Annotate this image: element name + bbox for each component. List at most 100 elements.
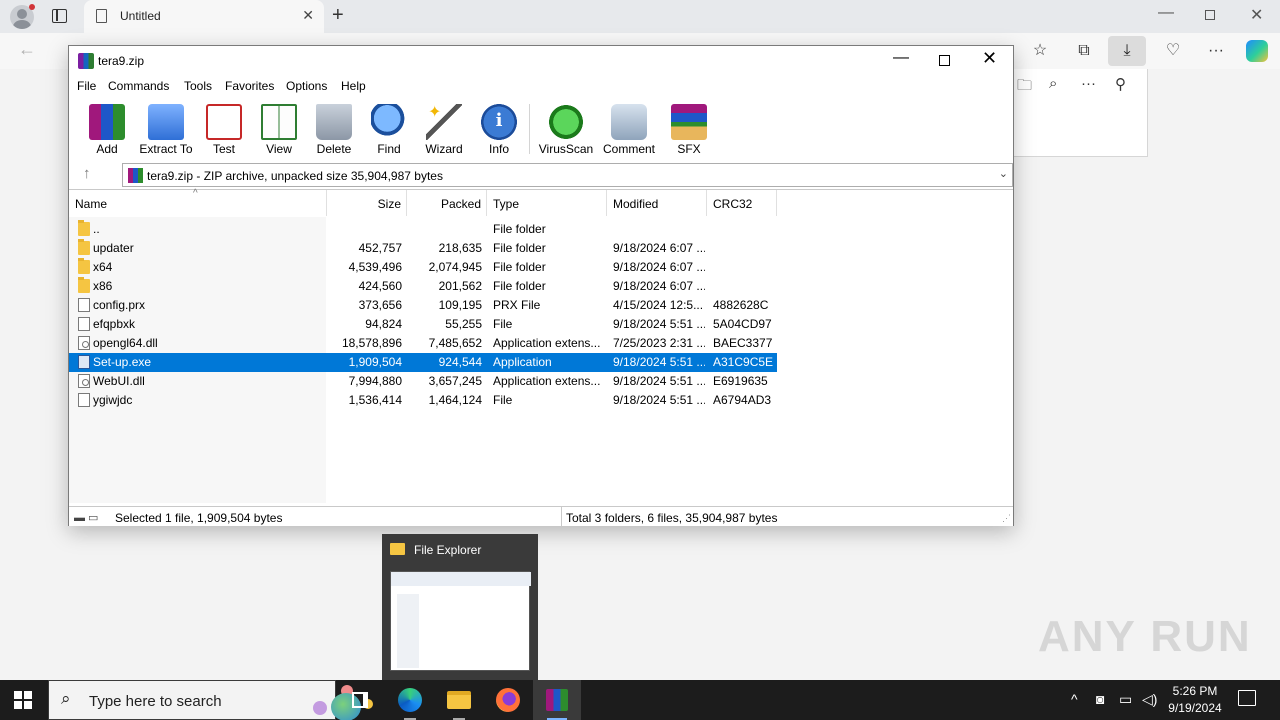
winrar-icon	[546, 689, 568, 711]
document-icon	[78, 317, 90, 331]
path-dropdown[interactable]: tera9.zip - ZIP archive, unpacked size 3…	[122, 163, 1013, 187]
taskbar-search[interactable]: ⌕ Type here to search	[48, 680, 373, 720]
file-type: Application	[493, 355, 552, 369]
extract-to-button[interactable]: Extract To	[135, 102, 197, 158]
file-explorer-taskbar-button[interactable]	[435, 680, 483, 720]
file-row[interactable]: config.prx 373,656 109,195 PRX File 4/15/202…	[69, 296, 777, 315]
column-modified-label: Modified	[613, 197, 659, 211]
notification-icon[interactable]	[1238, 690, 1256, 706]
menu-help[interactable]: Help	[341, 79, 366, 93]
pin-icon[interactable]: ⚲	[1115, 75, 1126, 93]
file-crc: A6794AD3	[713, 393, 772, 407]
add-button[interactable]: Add	[77, 102, 137, 158]
copilot-icon[interactable]	[1246, 40, 1268, 62]
view-label: View	[266, 142, 292, 156]
file-row[interactable]: updater 452,757 218,635 File folder 9/18/202…	[69, 239, 777, 258]
resize-grip-icon[interactable]: ⋰	[1002, 513, 1011, 524]
chevron-down-icon[interactable]: ⌄	[999, 167, 1008, 180]
file-size: 1,536,414	[348, 393, 402, 407]
favorites-icon[interactable]: ☆	[1028, 39, 1052, 63]
info-button[interactable]: Info	[469, 102, 529, 158]
virusscan-label: VirusScan	[538, 142, 594, 156]
browser-restore-button[interactable]	[1205, 10, 1215, 20]
clock-date[interactable]: 9/19/2024	[1166, 701, 1224, 715]
network-icon[interactable]: ▭	[1119, 691, 1132, 708]
wand-icon	[426, 102, 462, 140]
virusscan-button[interactable]: VirusScan	[536, 102, 596, 158]
search-icon: ⌕	[61, 689, 71, 708]
file-name: config.prx	[93, 298, 146, 312]
folder-icon	[78, 258, 90, 274]
file-type: PRX File	[493, 298, 541, 312]
file-row[interactable]: x64 4,539,496 2,074,945 File folder 9/18/202…	[69, 258, 777, 277]
column-header-type[interactable]: Type	[487, 190, 607, 216]
file-size: 452,757	[358, 241, 402, 255]
file-row[interactable]: Set-up.exe 1,909,504 924,544 Application 9/1…	[69, 353, 777, 372]
comment-button[interactable]: Comment	[599, 102, 659, 158]
back-button[interactable]: ←	[18, 39, 36, 60]
new-tab-button[interactable]: +	[332, 4, 344, 27]
file-row[interactable]: efqpbxk 94,824 55,255 File 9/18/2024 5:51 ..…	[69, 315, 777, 334]
browser-close-button[interactable]: ✕	[1250, 5, 1263, 25]
dll-icon	[78, 374, 90, 388]
file-row[interactable]: WebUI.dll 7,994,880 3,657,245 Application e…	[69, 372, 777, 391]
file-packed: 3,657,245	[428, 374, 482, 388]
downloads-icon[interactable]: ⤓	[1108, 36, 1146, 66]
minimize-button[interactable]: —	[893, 49, 909, 67]
file-size: 424,560	[358, 279, 402, 293]
start-button[interactable]	[14, 691, 32, 709]
winrar-titlebar[interactable]: tera9.zip — ✕	[69, 46, 1013, 76]
maximize-button[interactable]	[939, 55, 950, 66]
thumbnail-toolbar	[391, 572, 531, 586]
downloads-panel: 🗀 ⌕ ··· ⚲	[1008, 69, 1148, 157]
find-button[interactable]: Find	[359, 102, 419, 158]
search-icon[interactable]: ⌕	[1049, 75, 1057, 92]
column-header-size[interactable]: Size	[327, 190, 407, 216]
close-button[interactable]: ✕	[982, 48, 997, 69]
file-type: Application extens...	[493, 374, 601, 388]
delete-button[interactable]: Delete	[304, 102, 364, 158]
file-row[interactable]: .. File folder	[69, 220, 777, 239]
up-arrow-icon[interactable]: ↑	[83, 165, 91, 182]
menu-favorites[interactable]: Favorites	[225, 79, 274, 93]
file-row[interactable]: x86 424,560 201,562 File folder 9/18/2024 6:…	[69, 277, 777, 296]
menu-tools[interactable]: Tools	[184, 79, 212, 93]
clock-time[interactable]: 5:26 PM	[1166, 684, 1224, 698]
more-icon[interactable]: ···	[1204, 39, 1228, 63]
firefox-taskbar-button[interactable]	[484, 680, 532, 720]
file-explorer-preview[interactable]: File Explorer	[382, 534, 538, 680]
file-size: 1,909,504	[348, 355, 402, 369]
meet-icon[interactable]: ◙	[1096, 691, 1104, 707]
sfx-button[interactable]: SFX	[659, 102, 719, 158]
column-header-modified[interactable]: Modified	[607, 190, 707, 216]
preview-thumbnail[interactable]	[390, 571, 531, 671]
folder-icon[interactable]: 🗀	[1017, 75, 1032, 100]
tab-actions-icon[interactable]	[52, 9, 67, 23]
tab-close-icon[interactable]: ✕	[302, 7, 314, 24]
menu-file[interactable]: File	[77, 79, 96, 93]
collections-icon[interactable]: ⧉	[1072, 39, 1096, 63]
menu-options[interactable]: Options	[286, 79, 327, 93]
column-name-label: Name	[75, 197, 108, 211]
column-header-packed[interactable]: Packed	[407, 190, 487, 216]
view-button[interactable]: View	[249, 102, 309, 158]
performance-icon[interactable]: ♡	[1161, 39, 1185, 63]
browser-tab[interactable]: Untitled ✕	[84, 0, 324, 33]
column-header-name[interactable]: Name ^	[69, 188, 327, 216]
edge-taskbar-button[interactable]	[386, 680, 434, 720]
toolbar: Add Extract To Test View Delete Find Wiz…	[69, 98, 1013, 158]
file-row[interactable]: ygiwjdc 1,536,414 1,464,124 File 9/18/2024 5…	[69, 391, 777, 410]
browser-minimize-button[interactable]: —	[1158, 4, 1174, 22]
menu-commands[interactable]: Commands	[108, 79, 169, 93]
column-header-crc[interactable]: CRC32	[707, 190, 777, 216]
wizard-button[interactable]: Wizard	[414, 102, 474, 158]
winrar-taskbar-button[interactable]	[533, 680, 581, 720]
test-button[interactable]: Test	[194, 102, 254, 158]
file-type: File folder	[493, 260, 546, 274]
file-row[interactable]: opengl64.dll 18,578,896 7,485,652 Applicati…	[69, 334, 777, 353]
browser-titlebar: Untitled ✕ + — ✕	[0, 0, 1280, 33]
more-icon[interactable]: ···	[1081, 75, 1096, 92]
task-view-button[interactable]	[336, 680, 384, 720]
volume-icon[interactable]: ◁)	[1142, 691, 1157, 708]
chevron-up-icon[interactable]: ^	[1071, 691, 1078, 707]
